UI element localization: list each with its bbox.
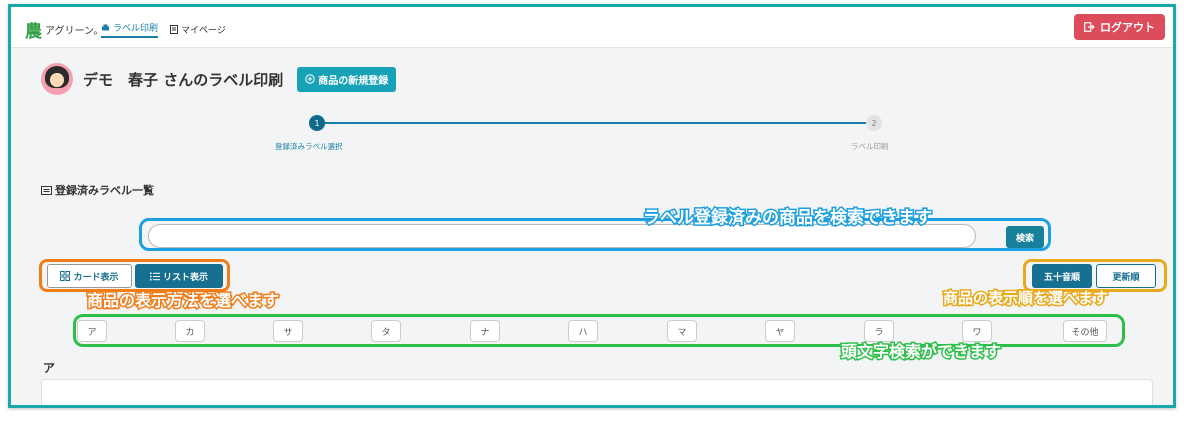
grid-icon: [60, 271, 71, 281]
app-logo[interactable]: 農 アグリーン。: [25, 17, 103, 42]
step-1-dot: 1: [309, 115, 325, 131]
search-button[interactable]: 検索: [1006, 226, 1044, 248]
page-icon: [170, 25, 179, 34]
initial-button-ya[interactable]: ヤ: [765, 320, 795, 342]
page-header: デモ 春子 さんのラベル印刷 商品の新規登録: [41, 63, 397, 95]
plus-circle-icon: [305, 74, 315, 84]
nav-mypage[interactable]: マイページ: [170, 21, 226, 38]
initials-callout: 頭文字検索ができます: [839, 341, 1002, 363]
page-title: デモ 春子 さんのラベル印刷: [83, 70, 284, 89]
nav-label-print-text: ラベル印刷: [113, 24, 159, 34]
sort-alpha-button[interactable]: 五十音順: [1032, 264, 1092, 288]
app-frame: 農 アグリーン。 ラベル印刷 マイページ ログアウト デモ 春子 さんのラベル印…: [8, 4, 1176, 408]
initial-button-a[interactable]: ア: [77, 320, 107, 342]
logout-button[interactable]: ログアウト: [1074, 14, 1165, 40]
step-1-label: 登録済みラベル選択: [275, 142, 343, 151]
list-icon: [149, 272, 160, 280]
stepper-line: [317, 122, 877, 124]
card-view-button[interactable]: カード表示: [47, 264, 132, 288]
initial-button-ha[interactable]: ハ: [568, 320, 598, 342]
step-2-label: ラベル印刷: [851, 142, 889, 151]
nav-mypage-text: マイページ: [181, 26, 226, 36]
list-view-label: リスト表示: [162, 272, 208, 283]
new-product-button[interactable]: 商品の新規登録: [297, 66, 397, 92]
initial-button-ma[interactable]: マ: [667, 320, 697, 342]
kana-group-heading: ア: [43, 361, 56, 375]
sort-updated-button[interactable]: 更新順: [1096, 264, 1156, 288]
main-nav: ラベル印刷 マイページ: [101, 21, 226, 38]
list-card-icon: [41, 185, 52, 195]
logo-text: アグリーン。: [45, 26, 104, 37]
new-product-label: 商品の新規登録: [318, 75, 389, 87]
product-list-card: [41, 379, 1153, 405]
logo-glyph: 農: [25, 22, 42, 42]
printer-icon: [102, 24, 109, 30]
step-2-dot: 2: [866, 115, 882, 131]
initial-button-other[interactable]: その他: [1063, 320, 1107, 342]
initial-button-na[interactable]: ナ: [470, 320, 500, 342]
nav-label-print[interactable]: ラベル印刷: [101, 21, 159, 38]
section-title: 登録済みラベル一覧: [41, 182, 154, 198]
initial-button-ka[interactable]: カ: [175, 320, 205, 342]
card-view-label: カード表示: [73, 272, 119, 283]
logout-icon: [1084, 22, 1095, 32]
view-toggle-callout: 商品の表示方法を選べます: [85, 290, 280, 312]
profile-avatar: [41, 63, 73, 95]
top-navbar: 農 アグリーン。 ラベル印刷 マイページ ログアウト: [11, 7, 1173, 48]
initial-button-ta[interactable]: タ: [371, 320, 401, 342]
search-callout: ラベル登録済みの商品を検索できます: [642, 207, 934, 230]
section-title-text: 登録済みラベル一覧: [55, 184, 154, 197]
sort-callout: 商品の表示順を選べます: [941, 288, 1109, 309]
initial-button-sa[interactable]: サ: [273, 320, 303, 342]
progress-stepper: 1 2 登録済みラベル選択 ラベル印刷: [11, 115, 1173, 155]
logout-label: ログアウト: [1100, 21, 1155, 34]
list-view-button[interactable]: リスト表示: [135, 264, 223, 288]
